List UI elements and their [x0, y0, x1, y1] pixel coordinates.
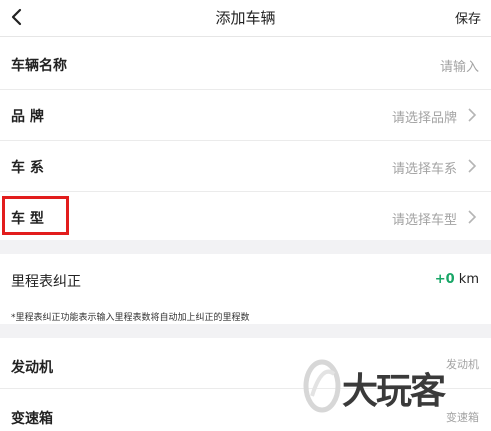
chevron-right-icon — [468, 108, 477, 122]
odometer-label: 里程表纠正 — [11, 274, 81, 290]
series-label: 车 系 — [11, 160, 44, 176]
page-title: 添加车辆 — [215, 9, 276, 27]
series-select-value: 请选择车系 — [391, 162, 457, 177]
brand-select-value: 请选择品牌 — [391, 111, 457, 126]
model-select-value: 请选择车型 — [391, 213, 457, 228]
model-row[interactable]: 车 型 请选择车型 — [0, 192, 491, 240]
vehicle-name-input[interactable]: 请输入 — [440, 56, 479, 75]
brand-label: 品 牌 — [11, 109, 44, 125]
add-vehicle-page: 添加车辆 保存 车辆名称 请输入 品 牌 请选择品牌 车 系 请选择车系 车 型… — [0, 0, 491, 431]
chevron-right-icon — [468, 210, 477, 224]
watermark-logo: 大玩客 — [300, 356, 485, 416]
model-highlight-box — [2, 196, 69, 235]
watermark-text: 大玩客 — [342, 370, 446, 412]
chevron-right-icon — [468, 159, 477, 173]
save-button[interactable]: 保存 — [455, 8, 481, 27]
vehicle-name-row[interactable]: 车辆名称 请输入 — [0, 37, 491, 89]
brand-row[interactable]: 品 牌 请选择品牌 — [0, 90, 491, 140]
series-row[interactable]: 车 系 请选择车系 — [0, 141, 491, 191]
engine-label: 发动机 — [11, 360, 53, 376]
odometer-unit: km — [454, 272, 479, 287]
vehicle-name-label: 车辆名称 — [11, 58, 67, 74]
watermark-swirl-icon — [303, 359, 341, 413]
odometer-note: *里程表纠正功能表示输入里程表数将自动加上纠正的里程数 — [11, 313, 250, 323]
odometer-value[interactable]: +0 km — [435, 272, 479, 287]
gearbox-label: 变速箱 — [11, 411, 53, 427]
nav-bar: 添加车辆 保存 — [0, 0, 491, 37]
odometer-plus: +0 — [434, 272, 455, 287]
